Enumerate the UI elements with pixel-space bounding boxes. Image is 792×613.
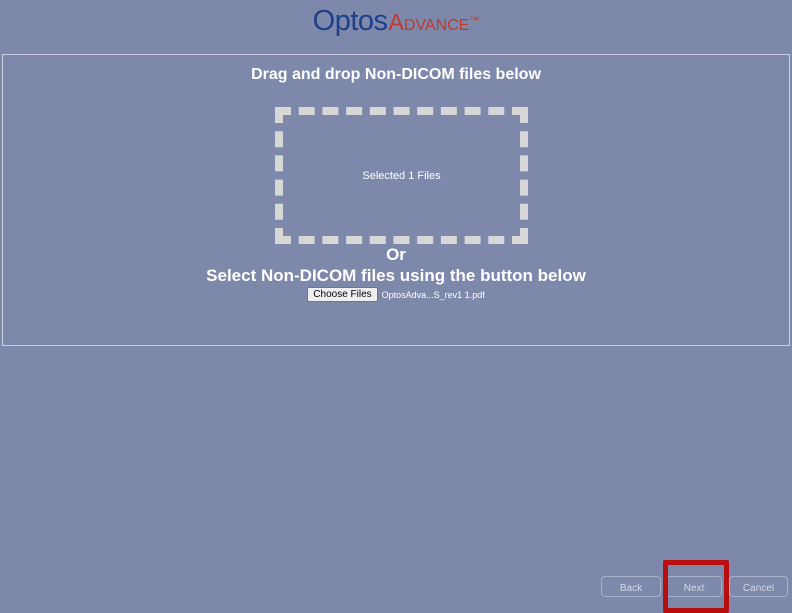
logo-product: Advance (388, 9, 470, 35)
choose-files-button[interactable]: Choose Files (307, 287, 378, 302)
trademark-symbol: ™ (469, 15, 480, 27)
upload-panel: Drag and drop Non-DICOM files below Sele… (2, 54, 790, 346)
drag-drop-title: Drag and drop Non-DICOM files below (251, 66, 541, 83)
dropzone-status: Selected 1 Files (362, 169, 441, 182)
select-files-title: Select Non-DICOM files using the button … (206, 266, 586, 285)
or-label: Or (386, 245, 406, 264)
next-button[interactable]: Next (666, 576, 722, 597)
selected-file-name: OptosAdva...S_rev1 1.pdf (381, 289, 485, 300)
optos-advance-logo: OptosAdvance™ (0, 4, 792, 43)
file-input[interactable]: Choose Files OptosAdva...S_rev1 1.pdf (3, 287, 789, 302)
logo-brand: Optos (312, 5, 388, 37)
file-dropzone[interactable]: Selected 1 Files (275, 107, 528, 244)
cancel-button[interactable]: Cancel (729, 576, 788, 597)
back-button[interactable]: Back (601, 576, 661, 597)
